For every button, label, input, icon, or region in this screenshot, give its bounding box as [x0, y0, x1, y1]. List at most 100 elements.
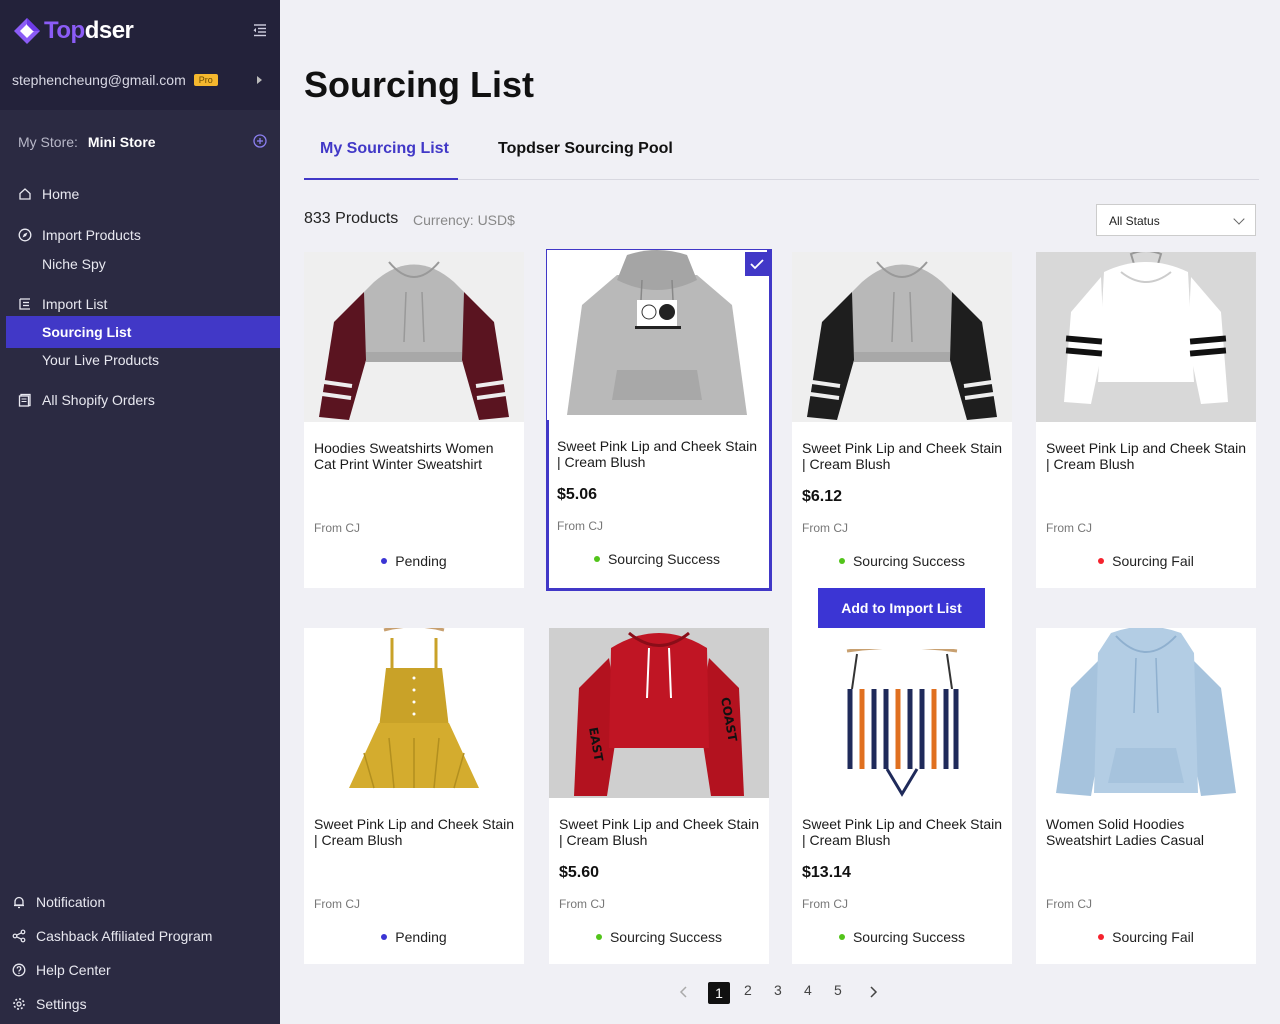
product-source: From CJ: [1046, 521, 1092, 535]
pagination-page-3[interactable]: 3: [774, 982, 782, 998]
menu-collapse-icon[interactable]: [252, 22, 268, 38]
product-card[interactable]: EAST COAST Sweet Pink Lip and Cheek Stai…: [549, 628, 769, 964]
status-badge: Sourcing Success: [547, 551, 767, 567]
add-store-icon[interactable]: [253, 134, 267, 148]
product-image: [1036, 628, 1256, 798]
chevron-down-icon: [1233, 213, 1245, 225]
sidebar-item-settings[interactable]: Settings: [12, 996, 87, 1012]
bell-icon: [14, 896, 24, 909]
product-title[interactable]: Sweet Pink Lip and Cheek Stain | Cream B…: [557, 438, 757, 470]
product-title[interactable]: Sweet Pink Lip and Cheek Stain | Cream B…: [314, 816, 514, 848]
pagination-page-5[interactable]: 5: [834, 982, 842, 998]
sidebar-item-label: Import Products: [42, 227, 141, 243]
product-image: [304, 628, 524, 798]
store-label: My Store:: [18, 134, 78, 150]
product-title[interactable]: Sweet Pink Lip and Cheek Stain | Cream B…: [1046, 440, 1246, 472]
product-price: $13.14: [802, 864, 851, 881]
status-badge: Sourcing Success: [792, 929, 1012, 945]
product-source: From CJ: [314, 897, 360, 911]
status-dot: [381, 558, 388, 565]
status-filter-select[interactable]: All Status: [1096, 204, 1256, 236]
store-selector[interactable]: My Store: Mini Store: [18, 134, 156, 150]
product-title[interactable]: Women Solid Hoodies Sweatshirt Ladies Ca…: [1046, 816, 1246, 848]
sidebar-item-sourcing-list[interactable]: Sourcing List: [6, 316, 280, 348]
product-image: [547, 250, 767, 420]
product-source: From CJ: [1046, 897, 1092, 911]
sidebar-item-live-products[interactable]: Your Live Products: [42, 352, 159, 368]
sidebar-item-home[interactable]: Home: [18, 186, 79, 202]
home-icon: [19, 188, 31, 200]
sidebar-item-niche-spy[interactable]: Niche Spy: [42, 256, 106, 272]
product-price: $5.06: [557, 486, 598, 503]
product-title[interactable]: Sweet Pink Lip and Cheek Stain | Cream B…: [559, 816, 759, 848]
sidebar-item-label: Home: [42, 186, 80, 202]
compass-icon: [18, 228, 32, 242]
sidebar-item-label: All Shopify Orders: [42, 392, 155, 408]
card-action-area: Add to Import List: [792, 588, 1012, 649]
product-card[interactable]: Sweet Pink Lip and Cheek Stain | Cream B…: [546, 249, 772, 591]
status-badge: Sourcing Success: [792, 553, 1012, 569]
store-name: Mini Store: [87, 134, 156, 150]
status-dot: [381, 934, 388, 941]
sidebar-item-label: Notification: [36, 894, 106, 910]
sidebar-item-label: Cashback Affiliated Program: [36, 928, 213, 944]
logo-icon: [14, 18, 40, 44]
status-badge: Sourcing Fail: [1036, 929, 1256, 945]
product-card[interactable]: Sweet Pink Lip and Cheek Stain | Cream B…: [1036, 252, 1256, 588]
pro-badge: Pro: [193, 74, 218, 86]
sidebar-item-import-products[interactable]: Import Products: [18, 227, 141, 243]
pagination-next-icon[interactable]: [868, 986, 878, 998]
product-image: [1036, 252, 1256, 422]
add-to-import-list-button[interactable]: Add to Import List: [818, 588, 985, 628]
tab-my-sourcing-list[interactable]: My Sourcing List: [320, 140, 449, 158]
sidebar-item-label: Import List: [42, 296, 108, 312]
pagination-prev-icon[interactable]: [679, 986, 689, 998]
product-image: EAST COAST: [549, 628, 769, 798]
status-badge: Pending: [304, 929, 524, 945]
status-dot: [838, 934, 845, 941]
help-icon: [12, 963, 26, 977]
logo-text: Topdser: [44, 17, 134, 44]
pagination-page-1[interactable]: 1: [708, 982, 730, 1004]
status-dot: [595, 934, 602, 941]
logo[interactable]: Topdser: [12, 16, 134, 46]
sidebar-item-cashback[interactable]: Cashback Affiliated Program: [12, 928, 212, 944]
product-image: [304, 252, 524, 422]
status-dot: [1098, 558, 1105, 565]
sidebar-item-import-list[interactable]: Import List: [18, 296, 107, 312]
product-card[interactable]: Women Solid Hoodies Sweatshirt Ladies Ca…: [1036, 628, 1256, 964]
product-title[interactable]: Sweet Pink Lip and Cheek Stain | Cream B…: [802, 816, 1002, 848]
pagination-page-4[interactable]: 4: [804, 982, 812, 998]
status-badge: Sourcing Success: [549, 929, 769, 945]
pagination-page-2[interactable]: 2: [744, 982, 752, 998]
product-count: 833 Products: [304, 210, 399, 227]
share-icon: [12, 929, 26, 943]
sidebar-item-label: Sourcing List: [42, 324, 132, 340]
page-title: Sourcing List: [304, 64, 535, 105]
status-filter-value: All Status: [1109, 214, 1160, 228]
email-text: stephencheung@gmail.com: [12, 72, 186, 88]
product-title[interactable]: Hoodies Sweatshirts Women Cat Print Wint…: [314, 440, 514, 472]
tab-topdser-sourcing-pool[interactable]: Topdser Sourcing Pool: [498, 140, 673, 158]
sidebar: Topdser stephencheung@gmail.com Pro My S…: [0, 0, 280, 1024]
gear-icon: [13, 998, 25, 1010]
product-card[interactable]: Sweet Pink Lip and Cheek Stain | Cream B…: [304, 628, 524, 964]
product-card[interactable]: Sweet Pink Lip and Cheek Stain | Cream B…: [792, 649, 1012, 964]
status-dot: [593, 556, 600, 563]
product-source: From CJ: [314, 521, 360, 535]
selected-check-icon[interactable]: [745, 252, 769, 276]
account-email[interactable]: stephencheung@gmail.com Pro: [12, 72, 218, 88]
tab-bar: My Sourcing List Topdser Sourcing Pool: [304, 136, 1259, 180]
active-tab-indicator: [304, 178, 458, 180]
product-image: [792, 252, 1012, 422]
import-list-icon: [19, 298, 30, 310]
product-source: From CJ: [802, 521, 848, 535]
caret-right-icon[interactable]: [257, 76, 262, 84]
product-title[interactable]: Sweet Pink Lip and Cheek Stain | Cream B…: [802, 440, 1002, 472]
sidebar-item-shopify-orders[interactable]: All Shopify Orders: [18, 392, 155, 408]
sidebar-item-notification[interactable]: Notification: [12, 894, 105, 910]
product-card[interactable]: Hoodies Sweatshirts Women Cat Print Wint…: [304, 252, 524, 588]
sidebar-item-help[interactable]: Help Center: [12, 962, 111, 978]
product-card[interactable]: Sweet Pink Lip and Cheek Stain | Cream B…: [792, 252, 1012, 588]
status-badge: Sourcing Fail: [1036, 553, 1256, 569]
